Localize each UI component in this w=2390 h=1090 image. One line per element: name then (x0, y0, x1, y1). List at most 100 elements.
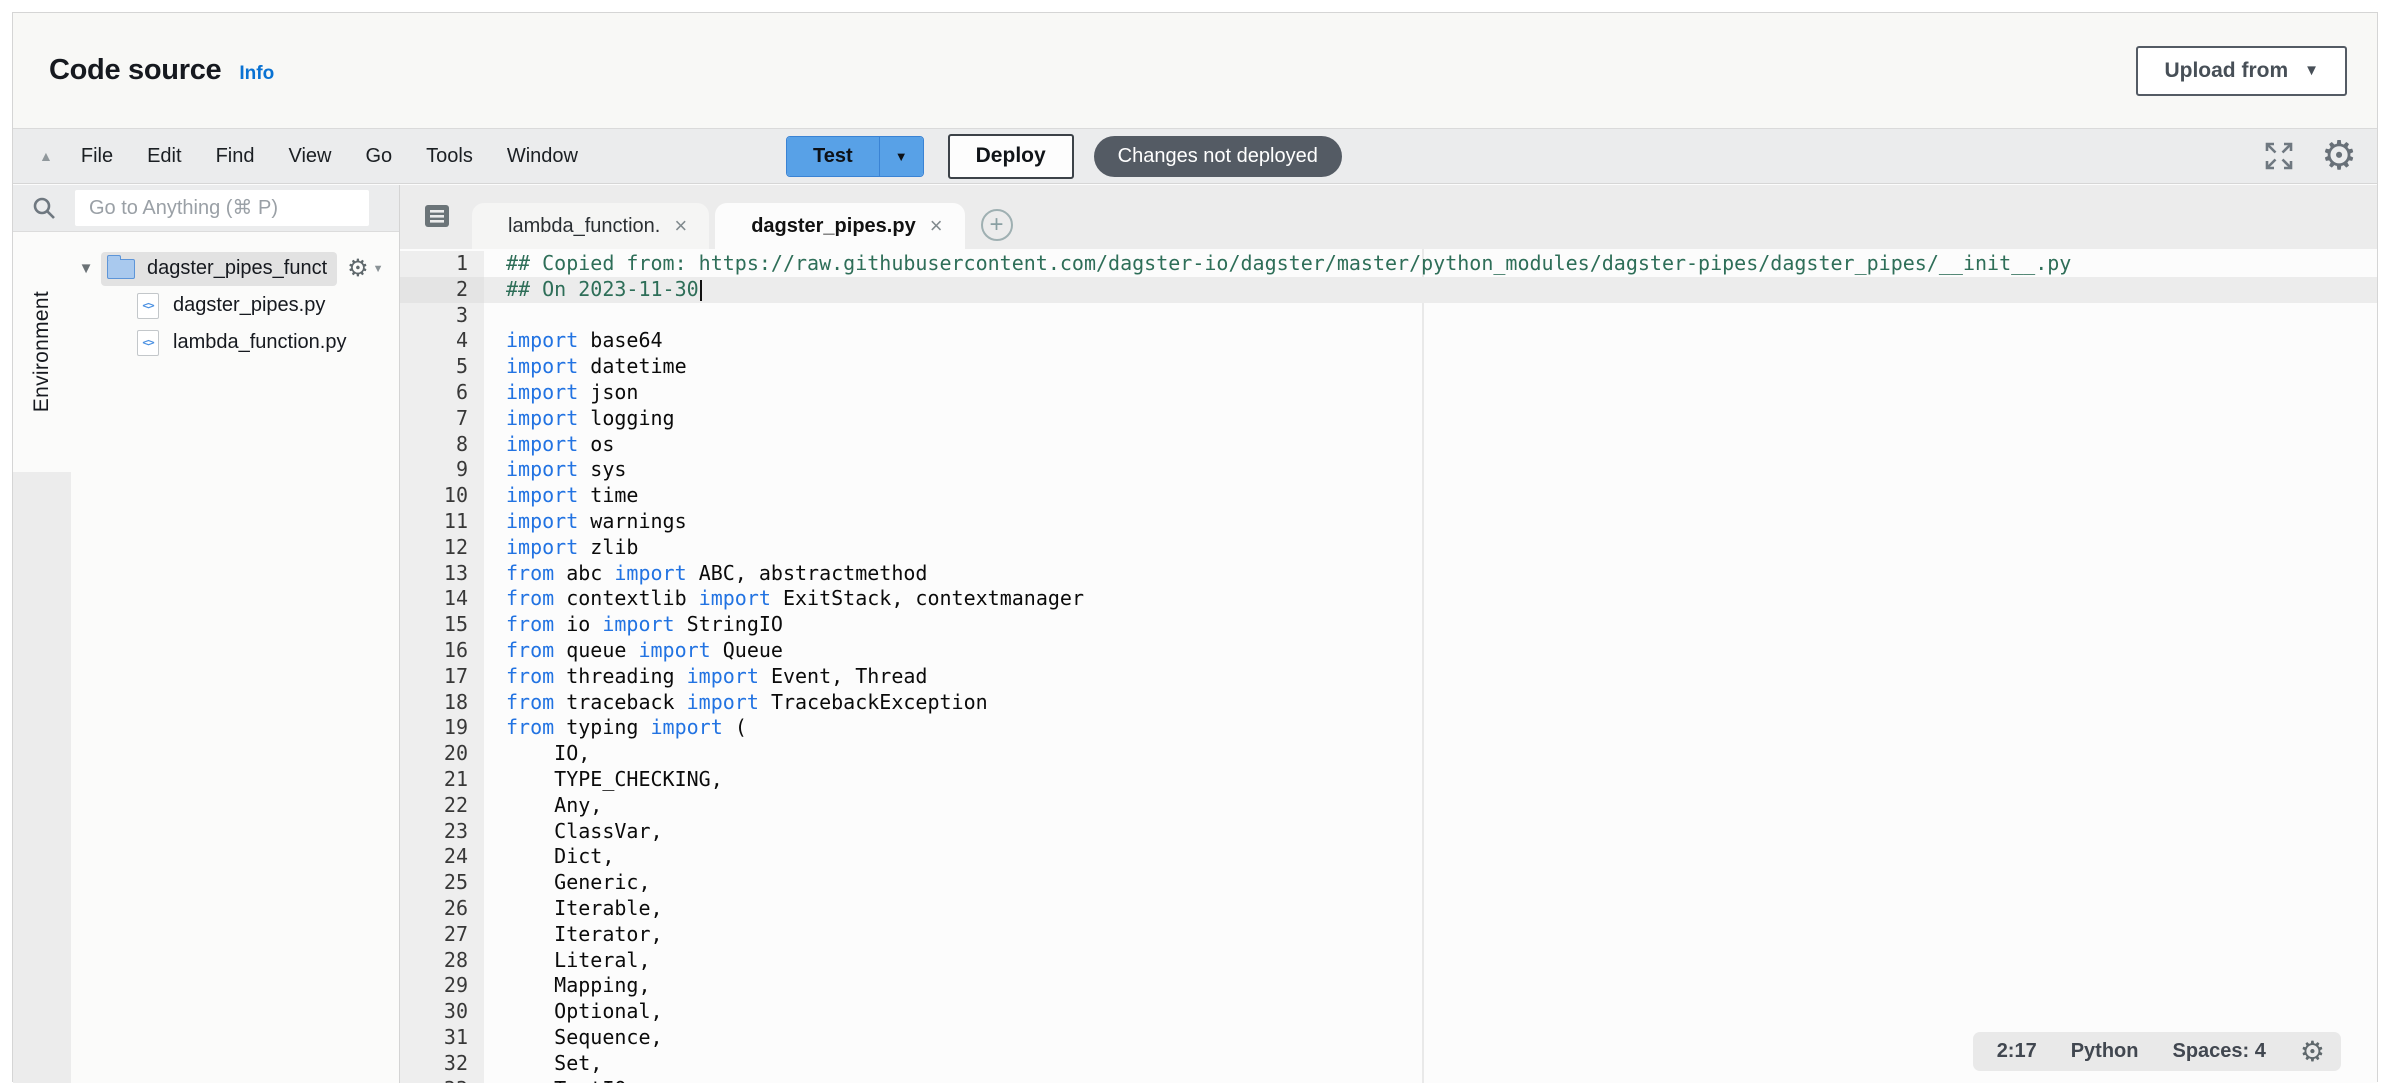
line-content: Mapping, (484, 973, 2377, 999)
ide-body: Environment ▼ dagster_pipes_funct ⚙▼ <>d… (13, 185, 2377, 1083)
tab-label: lambda_function. (508, 215, 660, 238)
tab-dagster-pipes[interactable]: dagster_pipes.py × (715, 203, 964, 249)
line-number: 2 (400, 277, 484, 303)
tab-label: dagster_pipes.py (751, 215, 916, 238)
code-line: 25 Generic, (400, 870, 2377, 896)
cursor-position[interactable]: 2:17 (1997, 1040, 2037, 1063)
test-button[interactable]: Test (787, 137, 879, 176)
sidebar-rail: Environment (13, 232, 71, 1083)
line-number: 31 (400, 1025, 484, 1051)
file-tree: ▼ dagster_pipes_funct ⚙▼ <>dagster_pipes… (71, 232, 399, 1083)
deploy-button[interactable]: Deploy (948, 134, 1074, 179)
code-source-header: Code source Info Upload from ▼ (13, 13, 2377, 128)
line-content: import datetime (484, 354, 2377, 380)
tree-file-lambda-function-py[interactable]: <>lambda_function.py (71, 324, 399, 361)
menu-item-tools[interactable]: Tools (426, 145, 473, 168)
line-content: Iterator, (484, 922, 2377, 948)
code-line: 16from queue import Queue (400, 638, 2377, 664)
code-line: 1## Copied from: https://raw.githubuserc… (400, 251, 2377, 277)
environment-tab-label: Environment (30, 291, 54, 412)
editor-settings-gear-icon[interactable]: ⚙ (2300, 1038, 2325, 1066)
test-dropdown-button[interactable]: ▼ (879, 137, 923, 176)
line-content: import json (484, 380, 2377, 406)
chevron-down-icon: ▼ (2304, 62, 2319, 79)
line-number: 20 (400, 741, 484, 767)
code-line: 12import zlib (400, 535, 2377, 561)
caret-down-icon[interactable]: ▼ (71, 260, 101, 277)
open-files-list-icon[interactable] (422, 201, 452, 231)
line-number: 23 (400, 819, 484, 845)
line-content: import sys (484, 457, 2377, 483)
environment-tab[interactable]: Environment (13, 232, 71, 472)
menubar: ▲ File Edit Find View Go Tools Window Test ▼ D… (13, 128, 2377, 184)
selected-folder[interactable]: dagster_pipes_funct (101, 252, 337, 286)
upload-from-button[interactable]: Upload from ▼ (2136, 46, 2347, 96)
line-number: 10 (400, 483, 484, 509)
menu-item-go[interactable]: Go (365, 145, 392, 168)
code-line: 24 Dict, (400, 844, 2377, 870)
line-content: from io import StringIO (484, 612, 2377, 638)
line-content: from typing import ( (484, 715, 2377, 741)
line-number: 33 (400, 1077, 484, 1084)
line-number: 16 (400, 638, 484, 664)
line-number: 13 (400, 561, 484, 587)
python-file-icon: <> (137, 293, 159, 319)
tree-folder-row[interactable]: ▼ dagster_pipes_funct ⚙▼ (71, 250, 399, 287)
code-line: 10import time (400, 483, 2377, 509)
deploy-status-badge: Changes not deployed (1094, 136, 1342, 177)
line-number: 12 (400, 535, 484, 561)
line-number: 30 (400, 999, 484, 1025)
code-line: 23 ClassVar, (400, 819, 2377, 845)
line-content: from threading import Event, Thread (484, 664, 2377, 690)
line-number: 15 (400, 612, 484, 638)
upload-from-label: Upload from (2164, 59, 2288, 83)
line-number: 18 (400, 690, 484, 716)
new-tab-button[interactable]: + (981, 209, 1013, 241)
code-line: 6import json (400, 380, 2377, 406)
close-icon[interactable]: × (930, 213, 943, 239)
folder-icon (107, 259, 135, 279)
line-content: import time (484, 483, 2377, 509)
goto-anything-input[interactable] (75, 190, 369, 226)
menu-item-window[interactable]: Window (507, 145, 578, 168)
code-line: 2## On 2023-11-30 (400, 277, 2377, 303)
spaces-setting[interactable]: Spaces: 4 (2173, 1040, 2266, 1063)
language-mode[interactable]: Python (2071, 1040, 2139, 1063)
info-link[interactable]: Info (239, 63, 274, 85)
menu-item-view[interactable]: View (288, 145, 331, 168)
menu-item-find[interactable]: Find (216, 145, 255, 168)
code-line: 13from abc import ABC, abstractmethod (400, 561, 2377, 587)
line-number: 21 (400, 767, 484, 793)
fullscreen-icon[interactable] (2263, 140, 2295, 172)
line-content: import os (484, 432, 2377, 458)
settings-gear-icon[interactable]: ⚙ (2321, 136, 2357, 176)
code-line: 8import os (400, 432, 2377, 458)
line-number: 4 (400, 328, 484, 354)
sidebar: Environment ▼ dagster_pipes_funct ⚙▼ <>d… (13, 185, 399, 1083)
collapse-panel-icon[interactable]: ▲ (39, 148, 53, 164)
menu-item-edit[interactable]: Edit (147, 145, 181, 168)
line-number: 19 (400, 715, 484, 741)
line-content: TYPE_CHECKING, (484, 767, 2377, 793)
line-content: from traceback import TracebackException (484, 690, 2377, 716)
close-icon[interactable]: × (674, 213, 687, 239)
line-content: Literal, (484, 948, 2377, 974)
line-content (484, 303, 2377, 329)
code-editor[interactable]: 1## Copied from: https://raw.githubuserc… (400, 249, 2377, 1083)
line-number: 25 (400, 870, 484, 896)
code-line: 5import datetime (400, 354, 2377, 380)
folder-settings-gear-icon[interactable]: ⚙▼ (347, 254, 383, 283)
line-number: 32 (400, 1051, 484, 1077)
tree-file-list: <>dagster_pipes.py<>lambda_function.py (71, 287, 399, 361)
text-cursor (700, 280, 702, 301)
tree-file-dagster-pipes-py[interactable]: <>dagster_pipes.py (71, 287, 399, 324)
menu-item-file[interactable]: File (81, 145, 113, 168)
code-line: 26 Iterable, (400, 896, 2377, 922)
code-line: 29 Mapping, (400, 973, 2377, 999)
code-line: 30 Optional, (400, 999, 2377, 1025)
tab-lambda-function[interactable]: lambda_function. × (472, 203, 709, 249)
line-content: Any, (484, 793, 2377, 819)
line-content: Generic, (484, 870, 2377, 896)
line-number: 1 (400, 251, 484, 277)
code-line: 11import warnings (400, 509, 2377, 535)
